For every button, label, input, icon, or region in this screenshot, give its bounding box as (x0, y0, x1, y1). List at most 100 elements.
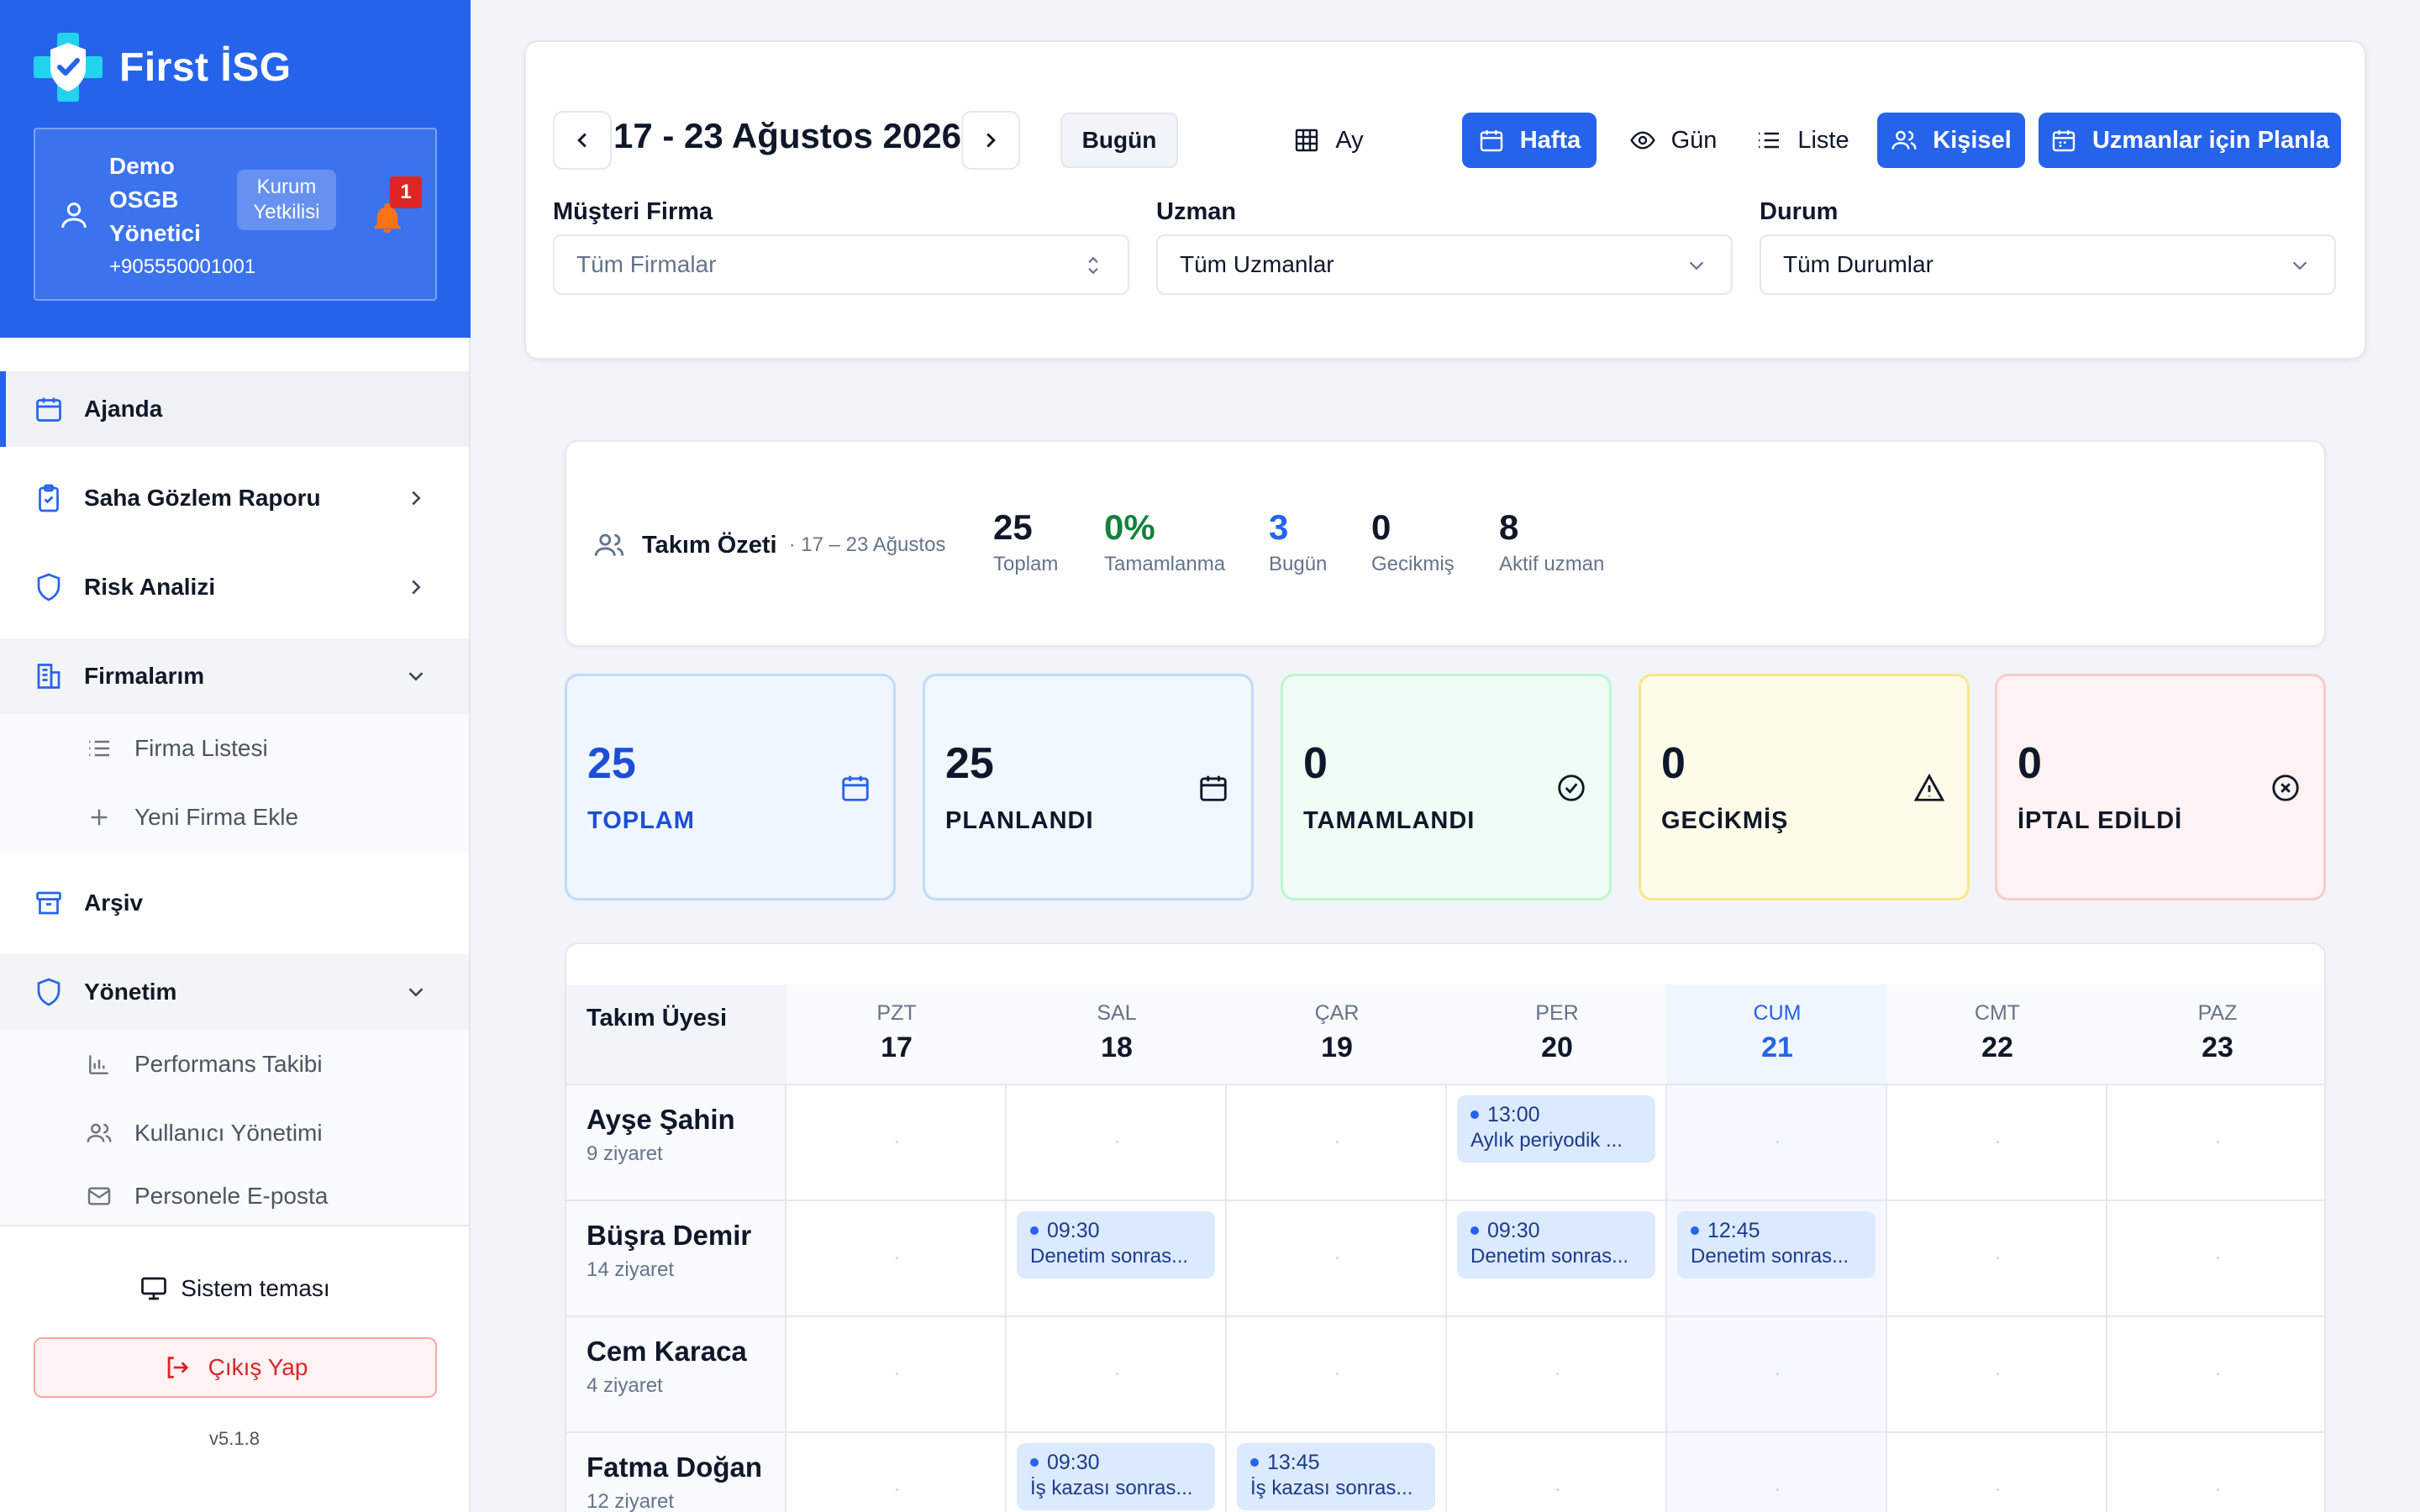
expert-select[interactable]: Tüm Uzmanlar (1156, 234, 1733, 295)
user-icon (61, 202, 87, 228)
calendar-cell[interactable] (1007, 1085, 1227, 1200)
calendar-event[interactable]: 09:30 Denetim sonras... (1017, 1211, 1215, 1278)
empty-cell-dot (896, 1373, 898, 1375)
calendar-cell[interactable] (2107, 1317, 2324, 1431)
status-select[interactable]: Tüm Durumlar (1760, 234, 2336, 295)
status-card-planned[interactable]: 25 PLANLANDI (923, 674, 1254, 900)
view-week-button[interactable]: Hafta (1462, 113, 1597, 168)
day-number: 20 (1541, 1032, 1573, 1063)
prev-week-button[interactable] (553, 111, 612, 170)
calendar-cell[interactable]: 12:45 Denetim sonras... (1667, 1201, 1887, 1315)
chevron-left-icon (577, 133, 587, 148)
sidebar-subitem-performans[interactable]: Performans Takibi (0, 1030, 469, 1099)
status-card-cancelled[interactable]: 0 İPTAL EDİLDİ (1995, 674, 2326, 900)
sidebar-subitem-kullanici[interactable]: Kullanıcı Yönetimi (0, 1099, 469, 1168)
calendar-cell[interactable] (1227, 1201, 1447, 1315)
calendar-cell[interactable] (1227, 1317, 1447, 1431)
chevron-right-icon (412, 491, 421, 506)
sidebar-item-yonetim[interactable]: Yönetim (0, 954, 469, 1030)
team-member-cell[interactable]: Büşra Demir 14 ziyaret (566, 1201, 786, 1315)
logout-label: Çıkış Yap (208, 1354, 308, 1380)
empty-cell-dot (1776, 1373, 1779, 1375)
day-abbr: PZT (876, 1001, 917, 1025)
today-button[interactable]: Bugün (1060, 113, 1178, 168)
filter-firm-label: Müşteri Firma (553, 198, 713, 225)
logout-button[interactable]: Çıkış Yap (34, 1337, 437, 1398)
calendar-header-day[interactable]: PZT 17 (786, 984, 1007, 1085)
firm-select[interactable]: Tüm Firmalar (553, 234, 1129, 295)
sidebar-subitem-eposta[interactable]: Personele E-posta (0, 1168, 469, 1225)
calendar-event[interactable]: 09:30 Denetim sonras... (1457, 1211, 1655, 1278)
calendar-cell[interactable] (1887, 1433, 2107, 1512)
calendar-header-day[interactable]: CMT 22 (1887, 984, 2107, 1085)
event-time: 09:30 (1470, 1218, 1642, 1243)
calendar-header-day[interactable]: SAL 18 (1007, 984, 1227, 1085)
calendar-event[interactable]: 13:45 İş kazası sonras... (1237, 1443, 1435, 1510)
archive-icon (36, 891, 61, 915)
stat-label: Gecikmiş (1371, 553, 1455, 575)
stat-value: 25 (993, 507, 1033, 547)
view-month-button[interactable]: Ay (1282, 113, 1375, 168)
status-card-overdue[interactable]: 0 GECİKMİŞ (1639, 674, 1970, 900)
next-week-button[interactable] (961, 111, 1020, 170)
building-icon (37, 664, 60, 689)
calendar-cell[interactable] (2107, 1433, 2324, 1512)
status-card-completed[interactable]: 0 TAMAMLANDI (1281, 674, 1612, 900)
calendar-cell[interactable] (1667, 1085, 1887, 1200)
calendar-cell[interactable]: 13:45 İş kazası sonras... (1227, 1433, 1447, 1512)
sidebar-item-arsiv[interactable]: Arşiv (0, 865, 469, 941)
calendar-cell[interactable] (1007, 1317, 1227, 1431)
personal-button[interactable]: Kişisel (1877, 113, 2025, 168)
sidebar-item-saha-gozlem[interactable]: Saha Gözlem Raporu (0, 460, 469, 536)
calendar-cell[interactable] (786, 1317, 1007, 1431)
brand[interactable]: First İSG (34, 32, 292, 102)
calendar-event[interactable]: 09:30 İş kazası sonras... (1017, 1443, 1215, 1510)
calendar-cell[interactable] (786, 1085, 1007, 1200)
sidebar-item-firmalarim[interactable]: Firmalarım (0, 638, 469, 714)
day-abbr: PAZ (2197, 1001, 2238, 1025)
sidebar-item-label: Ajanda (84, 396, 163, 422)
calendar-event[interactable]: 12:45 Denetim sonras... (1677, 1211, 1876, 1278)
sidebar-item-risk-analizi[interactable]: Risk Analizi (0, 549, 469, 625)
users-icon (87, 1123, 112, 1142)
sidebar-subitem-yeni-firma[interactable]: Yeni Firma Ekle (0, 783, 469, 852)
calendar-cell[interactable]: 09:30 Denetim sonras... (1007, 1201, 1227, 1315)
calendar-header-day[interactable]: ÇAR 19 (1227, 984, 1447, 1085)
calendar-header-day[interactable]: PER 20 (1447, 984, 1667, 1085)
filter-firm: Müşteri Firma Tüm Firmalar (553, 198, 1129, 295)
calendar-cell[interactable] (1447, 1433, 1667, 1512)
status-card-value: 25 (587, 739, 636, 788)
calendar-cell[interactable] (1447, 1317, 1667, 1431)
sidebar-item-ajanda[interactable]: Ajanda (0, 371, 469, 447)
calendar-cell[interactable]: 09:30 Denetim sonras... (1447, 1201, 1667, 1315)
calendar-cell[interactable]: 13:00 Aylık periyodik ... (1447, 1085, 1667, 1200)
theme-toggle-button[interactable]: Sistem teması (0, 1273, 469, 1304)
team-member-cell[interactable]: Fatma Doğan 12 ziyaret (566, 1433, 786, 1512)
view-list-button[interactable]: Liste (1739, 113, 1865, 168)
calendar-cell[interactable]: 09:30 İş kazası sonras... (1007, 1433, 1227, 1512)
calendar-cell[interactable] (1667, 1433, 1887, 1512)
calendar-header-day[interactable]: CUM 21 (1667, 984, 1887, 1085)
eye-icon (1629, 131, 1655, 150)
calendar-cell[interactable] (1887, 1317, 2107, 1431)
calendar-header-day[interactable]: PAZ 23 (2107, 984, 2324, 1085)
shield-icon (37, 978, 60, 1006)
status-card-total[interactable]: 25 TOPLAM (565, 674, 896, 900)
team-member-cell[interactable]: Cem Karaca 4 ziyaret (566, 1317, 786, 1431)
calendar-cell[interactable] (2107, 1201, 2324, 1315)
view-day-button[interactable]: Gün (1618, 113, 1728, 168)
calendar-event[interactable]: 13:00 Aylık periyodik ... (1457, 1095, 1655, 1163)
status-select-value: Tüm Durumlar (1783, 251, 1933, 277)
calendar-cell[interactable] (786, 1201, 1007, 1315)
calendar-cell[interactable] (1887, 1085, 2107, 1200)
calendar-cell[interactable] (786, 1433, 1007, 1512)
plan-for-experts-button[interactable]: Uzmanlar için Planla (2039, 113, 2341, 168)
calendar-cell[interactable] (1227, 1085, 1447, 1200)
calendar-cell[interactable] (1887, 1201, 2107, 1315)
sidebar-subitem-firma-listesi[interactable]: Firma Listesi (0, 714, 469, 783)
team-member-cell[interactable]: Ayşe Şahin 9 ziyaret (566, 1085, 786, 1200)
calendar-cell[interactable] (1667, 1317, 1887, 1431)
bar-chart-icon (89, 1055, 108, 1074)
calendar-cell[interactable] (2107, 1085, 2324, 1200)
user-card[interactable]: Demo OSGB Yönetici Kurum Yetkilisi 1 +90… (34, 128, 437, 301)
